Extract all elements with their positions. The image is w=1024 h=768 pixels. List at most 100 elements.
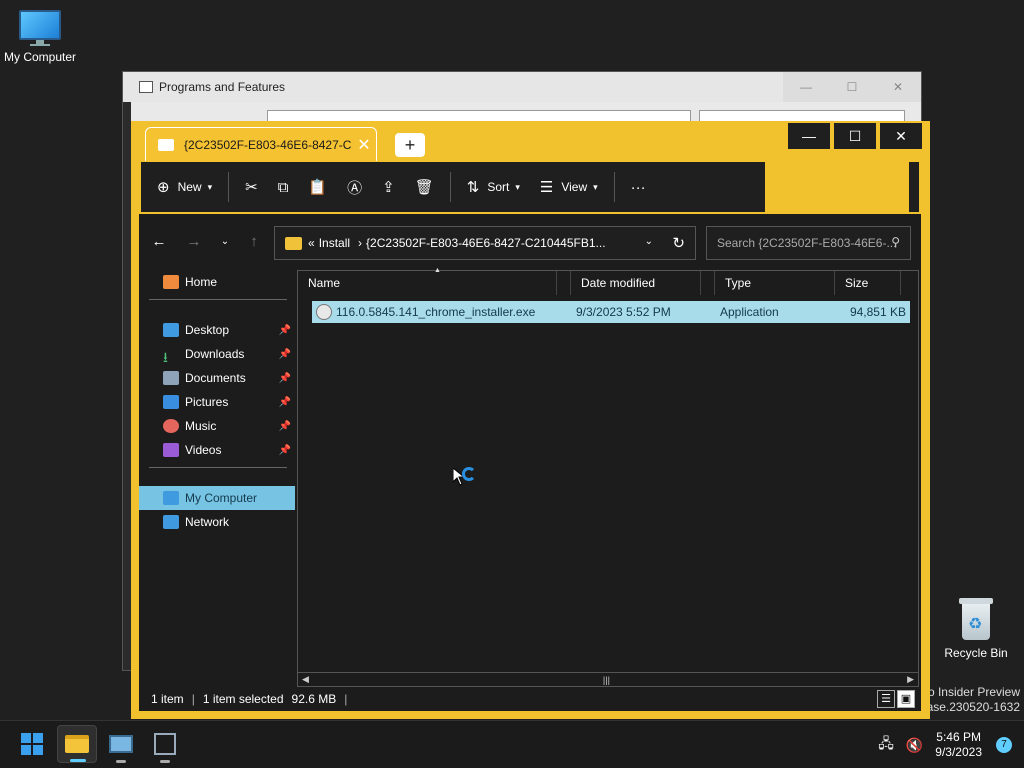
tab-current-folder[interactable]: {2C23502F-E803-46E6-8427-C ✕: [145, 127, 377, 161]
address-row: ← → ⌄ ↑ « Install › {2C23502F-E803-46E6-…: [139, 214, 921, 270]
busy-spinner-icon: [462, 467, 476, 481]
sidebar-item-label: Home: [185, 275, 218, 289]
tab-close-icon[interactable]: ✕: [352, 135, 376, 155]
scroll-left-icon[interactable]: ◀: [302, 674, 309, 685]
scroll-thumb[interactable]: |||: [603, 675, 610, 685]
search-icon: ⚲: [891, 235, 900, 249]
column-label: Name: [308, 276, 341, 290]
scissors-icon: ✂: [245, 179, 258, 196]
volume-muted-icon[interactable]: 🔇: [906, 737, 923, 754]
forward-button[interactable]: →: [182, 230, 206, 254]
desktop-icon-recycle-bin[interactable]: ♻ Recycle Bin: [940, 598, 1012, 660]
column-label: Size: [845, 276, 869, 290]
pin-icon[interactable]: 📌: [279, 325, 291, 336]
address-bar[interactable]: « Install › {2C23502F-E803-46E6-8427-C21…: [274, 226, 696, 260]
search-placeholder: Search {2C23502F-E803-46E6-...: [717, 236, 897, 250]
network-icon: [163, 515, 179, 529]
status-selected-count: 1 item selected: [202, 692, 284, 706]
share-button[interactable]: ⇪: [372, 170, 405, 204]
maximize-button[interactable]: ☐: [834, 123, 876, 149]
sidebar-item-network[interactable]: Network: [139, 510, 295, 534]
desktop-icon-my-computer[interactable]: My Computer: [0, 10, 80, 64]
windows-logo-icon: [21, 733, 43, 755]
breadcrumb-current[interactable]: {2C23502F-E803-46E6-8427-C210445FB1...: [366, 236, 606, 250]
pin-icon[interactable]: 📌: [279, 421, 291, 432]
column-header-date[interactable]: Date modified: [571, 271, 701, 295]
breadcrumb-install[interactable]: Install: [319, 236, 350, 250]
up-button[interactable]: ↑: [242, 230, 266, 254]
column-resize-handle[interactable]: [701, 271, 715, 295]
paste-button[interactable]: 📋: [298, 170, 337, 204]
details-view-icon[interactable]: ☰: [877, 690, 895, 708]
clock[interactable]: 5:46 PM 9/3/2023: [935, 730, 982, 760]
copy-button[interactable]: ⧉: [268, 170, 299, 204]
column-header-name[interactable]: Name ▲: [298, 267, 557, 295]
file-explorer-window[interactable]: {2C23502F-E803-46E6-8427-C ✕ + — ☐ ✕ ⊕ N…: [131, 121, 930, 719]
pin-icon[interactable]: 📌: [279, 445, 291, 456]
recent-locations-button[interactable]: ⌄: [213, 230, 237, 254]
sidebar-item-music[interactable]: Music 📌: [139, 414, 295, 438]
view-label: View: [561, 180, 588, 194]
notification-badge[interactable]: 7: [996, 737, 1012, 753]
minimize-button[interactable]: —: [788, 123, 830, 149]
back-button[interactable]: ←: [147, 230, 171, 254]
new-tab-button[interactable]: +: [395, 133, 425, 157]
sort-button[interactable]: ⇅ Sort ▾: [457, 170, 530, 204]
delete-button[interactable]: 🗑: [405, 170, 444, 204]
rename-button[interactable]: Ⓐ: [337, 170, 372, 204]
chevron-down-icon: ▾: [207, 181, 213, 192]
pin-icon[interactable]: 📌: [279, 397, 291, 408]
taskbar-control-panel[interactable]: [101, 725, 141, 763]
network-status-icon[interactable]: 🖧: [878, 733, 894, 757]
desktop-icon: [163, 323, 179, 337]
picture-icon: [163, 395, 179, 409]
column-resize-handle[interactable]: [557, 271, 571, 295]
chevron-down-icon[interactable]: ⌄: [645, 236, 653, 247]
close-button[interactable]: ✕: [880, 123, 922, 149]
folder-icon: [285, 236, 302, 250]
view-button[interactable]: ☰ View ▾: [530, 170, 608, 204]
rename-icon: Ⓐ: [347, 179, 363, 197]
recycle-bin-icon: ♻: [959, 598, 993, 640]
sidebar-item-home[interactable]: Home: [139, 270, 295, 294]
download-icon: ⭳: [163, 349, 168, 365]
ellipsis-icon: ···: [630, 178, 646, 196]
sidebar-item-downloads[interactable]: ⭳ Downloads 📌: [139, 342, 295, 366]
nav-divider: [149, 467, 287, 468]
status-selected-size: 92.6 MB: [291, 692, 337, 706]
maximize-button[interactable]: ☐: [829, 72, 875, 102]
programs-icon: [139, 81, 153, 93]
sidebar-item-my-computer[interactable]: My Computer: [139, 486, 295, 510]
trash-icon: 🗑: [414, 179, 434, 196]
taskbar: 🖧 🔇 5:46 PM 9/3/2023 7: [0, 720, 1024, 768]
breadcrumb-overflow[interactable]: «: [308, 236, 315, 250]
column-header-size[interactable]: Size: [835, 271, 901, 295]
close-button[interactable]: ✕: [875, 72, 921, 102]
sidebar-item-pictures[interactable]: Pictures 📌: [139, 390, 295, 414]
scroll-right-icon[interactable]: ▶: [907, 674, 914, 685]
refresh-icon[interactable]: ↻: [672, 234, 685, 252]
pin-icon[interactable]: 📌: [279, 349, 291, 360]
taskbar-file-explorer[interactable]: [57, 725, 97, 763]
tiles-view-icon[interactable]: ▣: [897, 690, 915, 708]
more-options-button[interactable]: ···: [621, 170, 656, 204]
sidebar-item-videos[interactable]: Videos 📌: [139, 438, 295, 462]
minimize-button[interactable]: —: [783, 72, 829, 102]
search-input[interactable]: Search {2C23502F-E803-46E6-... ⚲: [706, 226, 911, 260]
new-button[interactable]: ⊕ New ▾: [147, 170, 222, 204]
column-header-type[interactable]: Type: [715, 271, 835, 295]
chevron-down-icon: ▾: [515, 181, 520, 192]
table-row[interactable]: 116.0.5845.141_chrome_installer.exe 9/3/…: [312, 301, 910, 323]
horizontal-scrollbar[interactable]: ◀ ||| ▶: [298, 672, 918, 686]
pin-icon[interactable]: 📌: [279, 373, 291, 384]
network-computer-icon: [154, 733, 176, 755]
cut-button[interactable]: ✂: [235, 170, 268, 204]
clock-date: 9/3/2023: [935, 745, 982, 759]
taskbar-network-app[interactable]: [145, 725, 185, 763]
file-date: 9/3/2023 5:52 PM: [576, 305, 671, 319]
file-list[interactable]: Name ▲ Date modified Type Size 116.0.584…: [297, 267, 919, 687]
sidebar-item-documents[interactable]: Documents 📌: [139, 366, 295, 390]
video-icon: [163, 443, 179, 457]
sidebar-item-desktop[interactable]: Desktop 📌: [139, 318, 295, 342]
start-button[interactable]: [12, 725, 52, 763]
